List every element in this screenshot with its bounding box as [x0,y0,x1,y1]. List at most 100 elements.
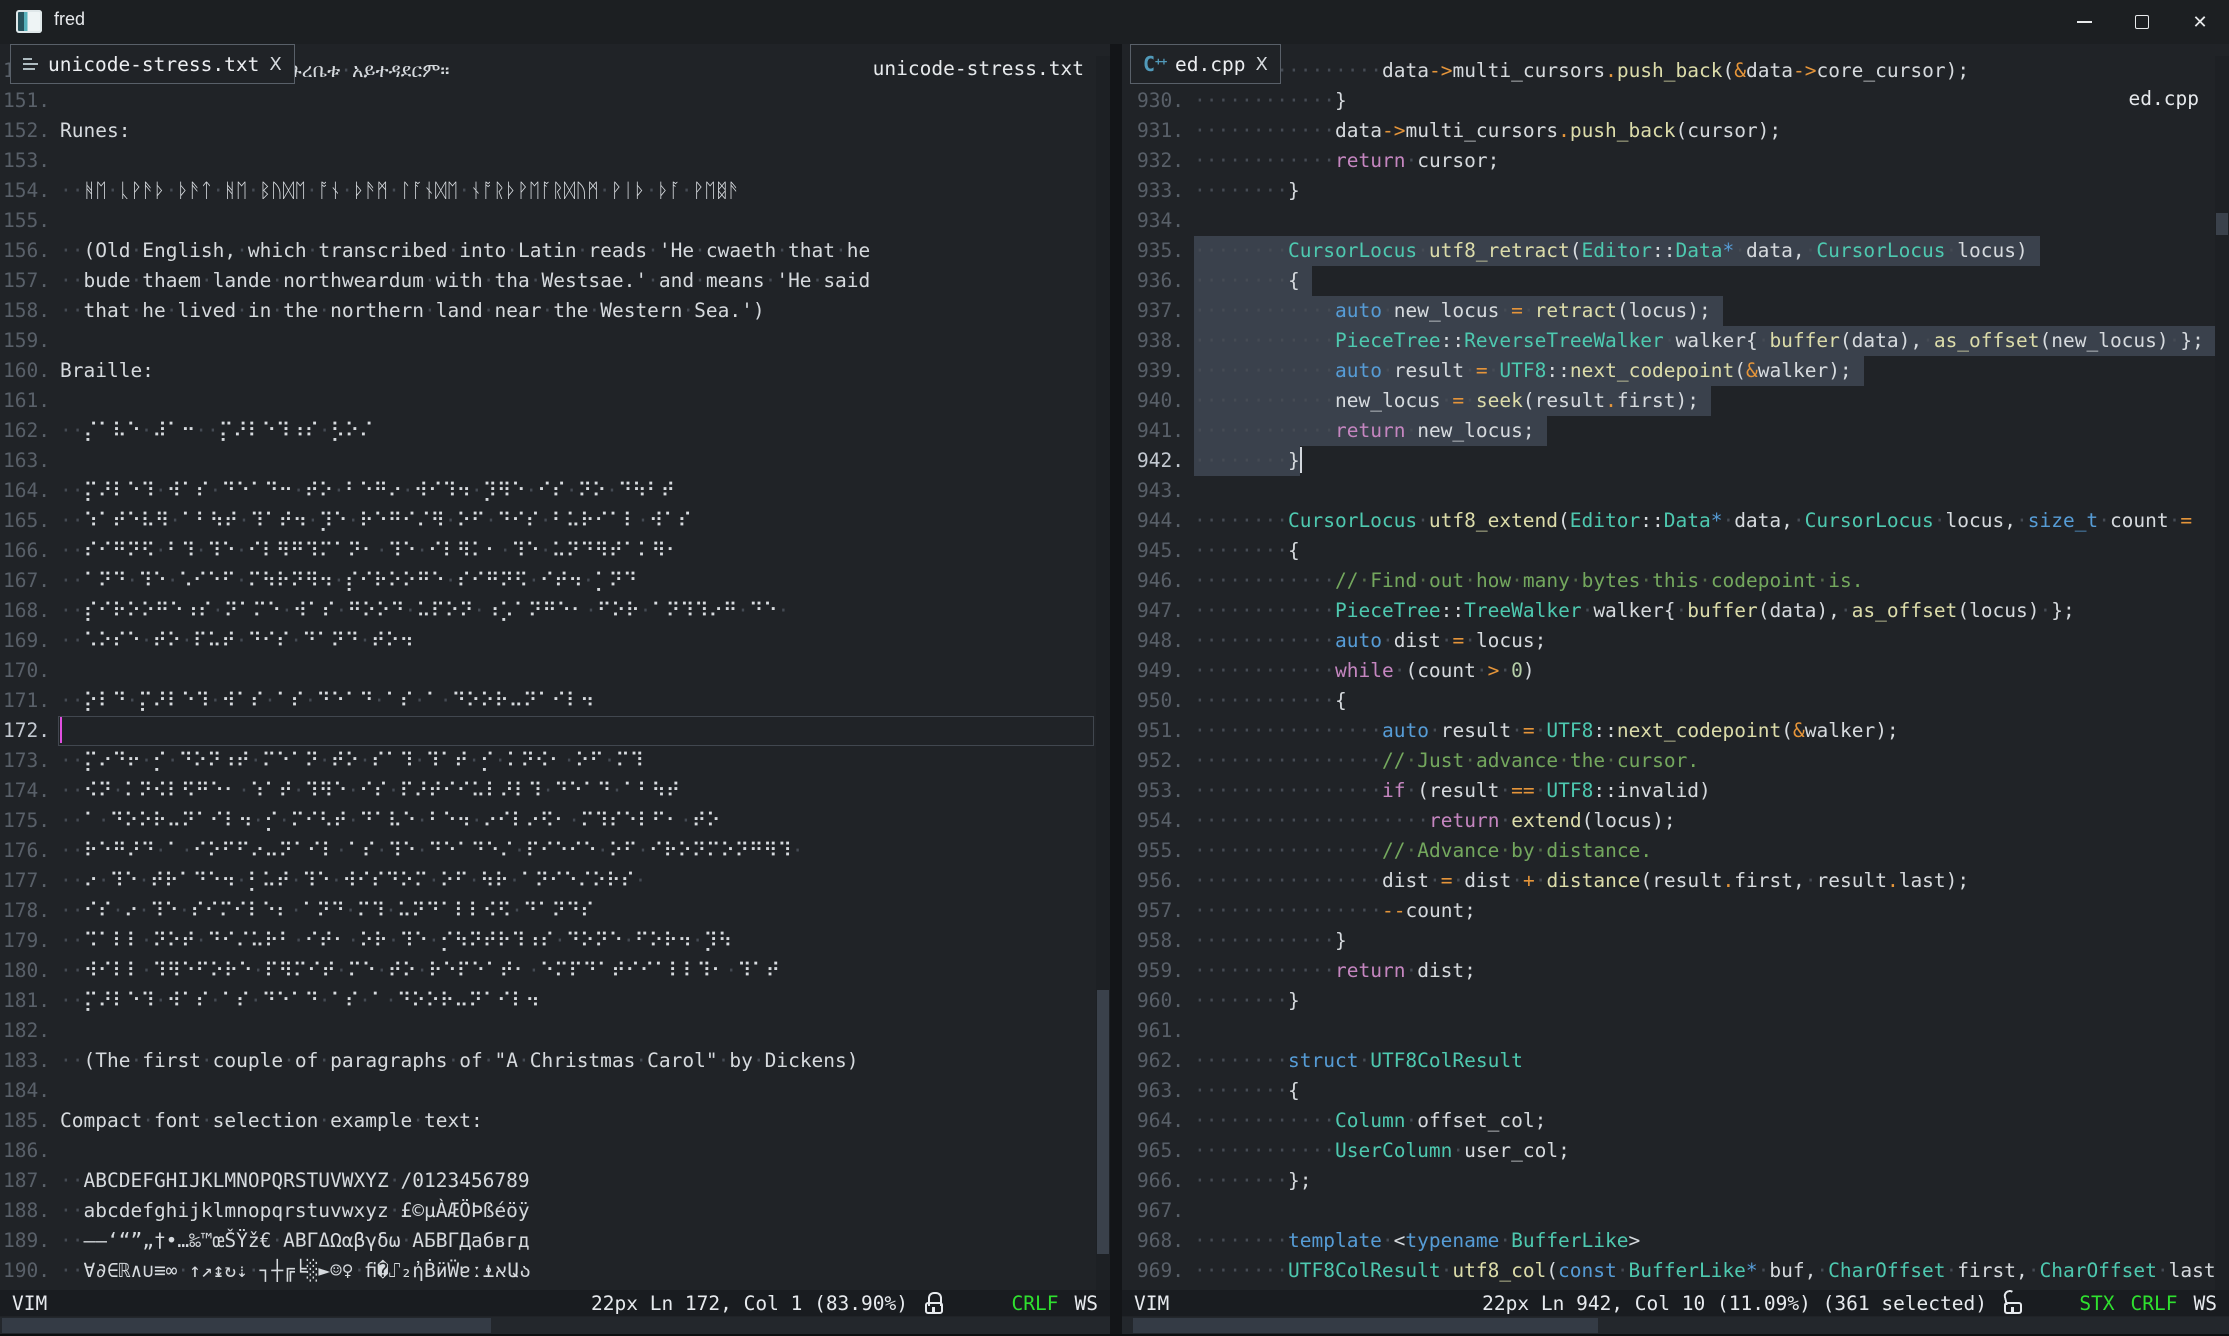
code-line[interactable]: 181.··⡍⠜⠇⠑⠹·⠺⠁⠎·⠁⠎·⠙⠑⠁⠙·⠁⠎·⠁·⠙⠕⠕⠗⠤⠝⠁⠊⠇⠲ [0,986,1094,1016]
line-text[interactable]: ··⠎⠊⠛⠝⠫·⠃⠹·⠹⠑·⠊⠇⠻⠛⠹⠍⠁⠝⠂·⠹⠑·⠊⠇⠻⠅⠂·⠹⠑·⠥⠝⠙⠻… [50,536,680,566]
code-line[interactable]: 943. [1122,476,2213,506]
line-text[interactable] [1184,206,1194,236]
line-text[interactable]: ················//·Just·advance·the·curs… [1184,746,1699,776]
line-text[interactable]: ················--count; [1184,896,1476,926]
code-line[interactable]: 967. [1122,1196,2213,1226]
line-text[interactable]: ··ABCDEFGHIJKLMNOPQRSTUVWXYZ·/0123456789 [50,1166,530,1196]
line-text[interactable]: ··⠺⠊⠇⠇·⠹⠻⠑⠋⠕⠗⠑·⠏⠻⠍⠊⠞·⠍⠑·⠞⠕·⠗⠑⠏⠑⠁⠞⠂·⠑⠍⠏⠙⠁… [50,956,780,986]
code-line[interactable]: 179.··⠩⠁⠇⠇·⠝⠕⠞·⠙⠊⠌⠥⠗⠃·⠊⠞⠂·⠕⠗·⠹⠑·⡊⠳⠝⠞⠗⠹⠰⠎… [0,926,1094,956]
line-text[interactable]: ········} [1184,176,1300,206]
code-line[interactable]: 950.············{ [1122,686,2213,716]
line-text[interactable]: Compact·font·selection·example·text: [50,1106,483,1136]
line-text[interactable]: ··–—‘“”„†•…‰™œŠŸž€·ΑΒΓΔΩαβγδω·АБВГДабвгд [50,1226,530,1256]
line-text[interactable]: ············//·Find·out·how·many·bytes·t… [1184,566,1863,596]
code-line[interactable]: 965.············UserColumn·user_col; [1122,1136,2213,1166]
line-text[interactable]: ················data->multi_cursors.push… [1184,56,1969,86]
code-line[interactable]: 185.Compact·font·selection·example·text: [0,1106,1094,1136]
status-flag-crlf[interactable]: CRLF [2131,1292,2178,1315]
line-text[interactable] [50,1076,60,1106]
code-line[interactable]: 189.··–—‘“”„†•…‰™œŠŸž€·ΑΒΓΔΩαβγδω·АБВГДа… [0,1226,1094,1256]
line-text[interactable] [50,1136,60,1166]
code-line[interactable]: 174.··⠪⠝·⠅⠝⠪⠇⠫⠛⠑⠂·⠱⠁⠞·⠹⠻⠑·⠊⠎·⠏⠜⠞⠊⠊⠥⠇⠜⠇⠹·… [0,776,1094,806]
line-text[interactable]: ··that·he·lived·in·the·northern·land·nea… [50,296,765,326]
line-text[interactable]: ··⠪⠝·⠅⠝⠪⠇⠫⠛⠑⠂·⠱⠁⠞·⠹⠻⠑·⠊⠎·⠏⠜⠞⠊⠊⠥⠇⠜⠇⠹·⠙⠑⠁⠙… [50,776,680,806]
line-text[interactable]: ········struct·UTF8ColResult [1184,1046,1523,1076]
code-line[interactable]: 930.············} [1122,86,2213,116]
scrollbar-thumb[interactable] [1133,1318,1598,1333]
line-text[interactable]: ················dist·=·dist·+·distance(r… [1184,866,1969,896]
line-text[interactable]: ············PieceTree::ReverseTreeWalker… [1184,326,2216,356]
line-text[interactable]: ············auto·new_locus·=·retract(loc… [1184,296,1723,326]
code-line[interactable]: 151. [0,86,1094,116]
code-line[interactable]: 968.········template·<typename·BufferLik… [1122,1226,2213,1256]
line-text[interactable]: ········{ [1184,1076,1300,1106]
line-text[interactable]: ············} [1184,926,1347,956]
line-text[interactable] [1184,1196,1194,1226]
line-text[interactable] [50,716,62,746]
line-text[interactable]: ··⡍⠔⠙⠖·⡊·⠙⠕⠝⠰⠞·⠍⠑⠁⠝·⠞⠕·⠎⠁⠹·⠹⠁⠞·⡊·⠅⠝⠪⠂·⠕⠋… [50,746,644,776]
status-flag-ws[interactable]: WS [1075,1292,1098,1315]
line-text[interactable]: ··⡕⠇⠙·⡍⠜⠇⠑⠹·⠺⠁⠎·⠁⠎·⠙⠑⠁⠙·⠁⠎·⠁·⠙⠕⠕⠗⠤⠝⠁⠊⠇⠲ [50,686,594,716]
line-text[interactable]: ············return·dist; [1184,956,1476,986]
line-text[interactable]: ··⡍⠜⠇⠑⠹·⠺⠁⠎·⠙⠑⠁⠙⠒·⠞⠕·⠃⠑⠛⠔·⠺⠊⠹⠲·⡹⠻⠑·⠊⠎·⠝⠕… [50,476,675,506]
code-line[interactable]: 152.Runes: [0,116,1094,146]
code-line[interactable]: 190.··∀∂∈ℝ∧∪≡∞·↑↗↨↻⇣·┐┼╔╘░►☺♀·ﬁ�⑀₂ἠḂӥẄɐː… [0,1256,1094,1286]
tab-close-icon[interactable]: X [1255,54,1267,75]
code-line[interactable]: 966.········}; [1122,1166,2213,1196]
right-horizontal-scrollbar[interactable] [1122,1317,2229,1334]
code-line[interactable]: 944.········CursorLocus·utf8_extend(Edit… [1122,506,2213,536]
code-line[interactable]: 187.··ABCDEFGHIJKLMNOPQRSTUVWXYZ·/012345… [0,1166,1094,1196]
code-line[interactable]: 156.··(Old·English,·which·transcribed·in… [0,236,1094,266]
maximize-button[interactable] [2113,0,2171,44]
line-text[interactable]: ············auto·dist·=·locus; [1184,626,1546,656]
scrollbar-thumb[interactable] [2216,213,2228,235]
code-line[interactable]: 168.··⡎⠊⠗⠕⠕⠛⠑⠰⠎·⠝⠁⠍⠑·⠺⠁⠎·⠛⠕⠕⠙·⠥⠏⠕⠝·⠰⡡⠁⠝⠛… [0,596,1094,626]
line-text[interactable]: ··⡍⠜⠇⠑⠹·⠺⠁⠎·⠁⠎·⠙⠑⠁⠙·⠁⠎·⠁·⠙⠕⠕⠗⠤⠝⠁⠊⠇⠲ [50,986,540,1016]
code-line[interactable]: 956.················dist·=·dist·+·distan… [1122,866,2213,896]
code-line[interactable]: 963.········{ [1122,1076,2213,1106]
line-text[interactable] [50,656,60,686]
close-button[interactable]: ✕ [2171,0,2229,44]
code-line[interactable]: 949.············while·(count·>·0) [1122,656,2213,686]
code-line[interactable]: 935.········CursorLocus·utf8_retract(Edi… [1122,236,2213,266]
code-line[interactable]: 946.············//·Find·out·how·many·byt… [1122,566,2213,596]
line-text[interactable] [50,86,60,116]
code-line[interactable]: 165.··⠱⠁⠞⠑⠧⠻·⠁⠃⠳⠞·⠹⠁⠞⠲·⡹⠑·⠗⠑⠛⠊⠌⠻·⠕⠋·⠙⠊⠎·… [0,506,1094,536]
line-text[interactable]: ················//·Advance·by·distance. [1184,836,1652,866]
line-text[interactable]: ············PieceTree::TreeWalker·walker… [1184,596,2075,626]
code-line[interactable]: 960.········} [1122,986,2213,1016]
code-line[interactable]: 964.············Column·offset_col; [1122,1106,2213,1136]
code-line[interactable]: 157.··bude·thaem·lande·northweardum·with… [0,266,1094,296]
status-flag-ws[interactable]: WS [2194,1292,2217,1315]
line-text[interactable]: ····················return·extend(locus)… [1184,806,1676,836]
code-line[interactable]: 188.··abcdefghijklmnopqrstuvwxyz·£©µÀÆÖÞ… [0,1196,1094,1226]
tab-unicode-stress-txt[interactable]: unicode-stress.txt X [10,44,295,84]
left-vertical-scrollbar[interactable] [1096,56,1110,1290]
line-text[interactable]: ············data->multi_cursors.push_bac… [1184,116,1781,146]
code-line[interactable]: 959.············return·dist; [1122,956,2213,986]
code-line[interactable]: 158.··that·he·lived·in·the·northern·land… [0,296,1094,326]
line-text[interactable] [50,326,60,356]
line-text[interactable]: Braille: [50,356,154,386]
code-line[interactable]: 937.············auto·new_locus·=·retract… [1122,296,2213,326]
code-line[interactable]: 936.········{ [1122,266,2213,296]
code-line[interactable]: 173.··⡍⠔⠙⠖·⡊·⠙⠕⠝⠰⠞·⠍⠑⠁⠝·⠞⠕·⠎⠁⠹·⠹⠁⠞·⡊·⠅⠝⠪… [0,746,1094,776]
code-line[interactable]: 934. [1122,206,2213,236]
line-text[interactable]: ················auto·result·=·UTF8::next… [1184,716,1899,746]
line-text[interactable]: ··⠁·⠙⠕⠕⠗⠤⠝⠁⠊⠇⠲·⡊·⠍⠊⠣⠞·⠙⠁⠧⠑·⠃⠑⠲·⠔⠊⠇⠔⠫⠂·⠍⠹… [50,806,720,836]
code-line[interactable]: 186. [0,1136,1094,1166]
line-text[interactable] [50,206,60,236]
code-line[interactable]: 160.Braille: [0,356,1094,386]
code-line[interactable]: 948.············auto·dist·=·locus; [1122,626,2213,656]
line-text[interactable]: ············{ [1184,686,1347,716]
line-text[interactable]: ··⠔·⠹⠑·⠞⠗⠁⠙⠑⠲·⡃⠥⠞·⠹⠑·⠺⠊⠎⠙⠕⠍·⠕⠋·⠳⠗·⠁⠝⠊⠑⠌⠕… [50,866,646,896]
line-text[interactable] [1184,476,1194,506]
code-line[interactable]: 961. [1122,1016,2213,1046]
line-text[interactable]: ··∀∂∈ℝ∧∪≡∞·↑↗↨↻⇣·┐┼╔╘░►☺♀·ﬁ�⑀₂ἠḂӥẄɐː⍎אԱა [50,1256,531,1286]
line-text[interactable] [50,446,60,476]
line-text[interactable]: ········{ [1184,536,1300,566]
line-text[interactable]: ··(Old·English,·which·transcribed·into·L… [50,236,870,266]
code-line[interactable]: 180.··⠺⠊⠇⠇·⠹⠻⠑⠋⠕⠗⠑·⠏⠻⠍⠊⠞·⠍⠑·⠞⠕·⠗⠑⠏⠑⠁⠞⠂·⠑… [0,956,1094,986]
line-text[interactable]: ············UserColumn·user_col; [1184,1136,1570,1166]
code-line[interactable]: 952.················//·Just·advance·the·… [1122,746,2213,776]
